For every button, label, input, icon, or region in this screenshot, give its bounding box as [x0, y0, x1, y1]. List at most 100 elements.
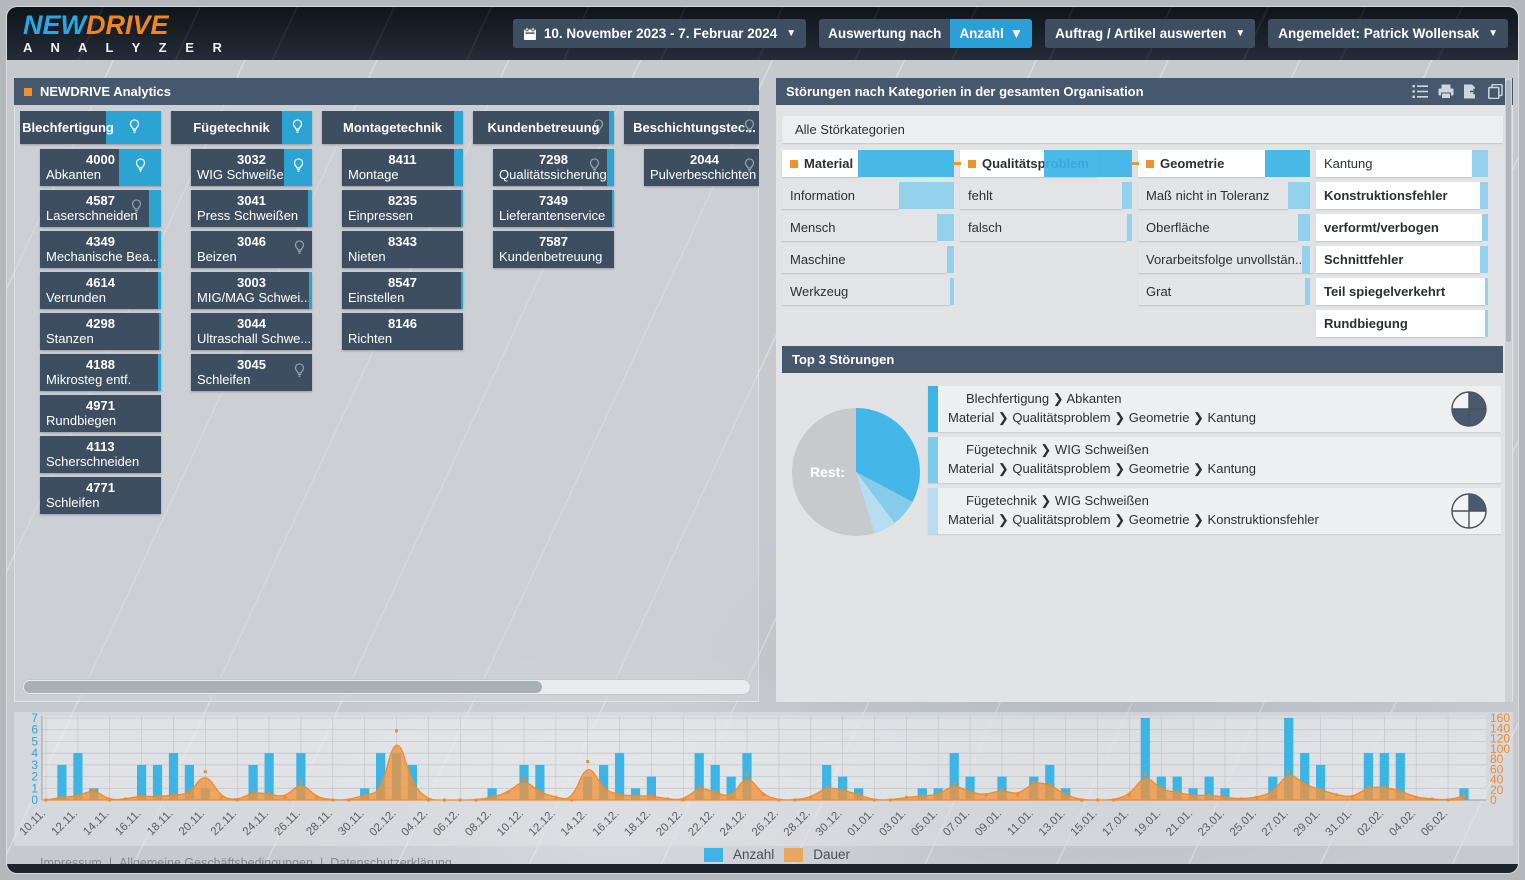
category-name: Fügetechnik: [193, 120, 270, 135]
process-label: Scherschneiden: [40, 454, 161, 469]
stoerung-label: Konstruktionsfehler: [1324, 188, 1448, 203]
value-bar: [612, 190, 614, 227]
process-tile[interactable]: 4298 Stanzen: [40, 313, 161, 350]
top3-row[interactable]: Fügetechnik ❯ WIG Schweißen Material ❯ Q…: [928, 488, 1501, 534]
process-tile[interactable]: 4614 Verrunden: [40, 272, 161, 309]
analytics-panel-title: NEWDRIVE Analytics: [40, 84, 171, 99]
process-tile[interactable]: 4349 Mechanische Bea...: [40, 231, 161, 268]
horizontal-scrollbar[interactable]: [22, 679, 751, 695]
svg-text:7: 7: [31, 712, 38, 725]
copy-icon[interactable]: [1488, 84, 1503, 99]
process-tile[interactable]: 4113 Scherschneiden: [40, 436, 161, 473]
orange-square-icon: [1146, 160, 1154, 168]
value-bar: [159, 313, 161, 350]
process-tile[interactable]: 8146 Richten: [342, 313, 463, 350]
auftrag-artikel-button[interactable]: Auftrag / Artikel auswerten ▼: [1045, 19, 1255, 48]
process-code: 8547: [342, 275, 463, 290]
stoerung-cell[interactable]: Werkzeug: [782, 278, 954, 305]
process-tile[interactable]: 8343 Nieten: [342, 231, 463, 268]
stoerung-label: Vorarbeitsfolge unvollstän...: [1146, 252, 1306, 267]
svg-text:31.01.: 31.01.: [1324, 808, 1355, 839]
process-tile[interactable]: 3041 Press Schweißen: [191, 190, 312, 227]
scrollbar-thumb[interactable]: [1506, 80, 1511, 342]
stoerung-cell[interactable]: Material: [782, 150, 954, 177]
svg-text:18.11.: 18.11.: [145, 808, 175, 838]
scrollbar-thumb[interactable]: [24, 681, 542, 693]
svg-text:24.11.: 24.11.: [241, 808, 271, 838]
svg-text:02.12.: 02.12.: [368, 808, 399, 839]
auswertung-value-dropdown[interactable]: Anzahl▼: [950, 19, 1032, 48]
stoerung-label-box: Schnittfehler: [1316, 246, 1480, 273]
stoerung-cell[interactable]: Kantung: [1316, 150, 1488, 177]
process-tile[interactable]: 7298 Qualitätssicherung: [493, 149, 614, 186]
svg-text:28.12.: 28.12.: [782, 808, 813, 839]
category-tile-header[interactable]: Blechfertigung: [20, 111, 161, 144]
process-tile[interactable]: 3003 MIG/MAG Schwei...: [191, 272, 312, 309]
process-tile[interactable]: 3046 Beizen: [191, 231, 312, 268]
process-tile[interactable]: 8411 Montage: [342, 149, 463, 186]
printer-icon[interactable]: [1438, 84, 1454, 99]
user-menu-button[interactable]: Angemeldet: Patrick Wollensak ▼: [1268, 19, 1508, 48]
svg-text:27.01.: 27.01.: [1260, 808, 1291, 839]
stoerung-cell[interactable]: Oberfläche: [1138, 214, 1310, 241]
process-label: Kundenbetreuung: [493, 249, 614, 264]
stoerung-label-box: Mensch: [782, 214, 937, 241]
stoerung-label: Oberfläche: [1146, 220, 1210, 235]
stoerung-label-box: Material: [782, 150, 861, 177]
process-code: 4771: [40, 480, 161, 495]
top3-row[interactable]: Fügetechnik ❯ WIG Schweißen Material ❯ Q…: [928, 437, 1501, 483]
stoerung-cell[interactable]: falsch: [960, 214, 1132, 241]
date-range-button[interactable]: 10. November 2023 - 7. Februar 2024 ▼: [513, 19, 806, 48]
process-tile[interactable]: 7587 Kundenbetreuung: [493, 231, 614, 268]
top3-row[interactable]: Blechfertigung ❯ Abkanten Material ❯ Qua…: [928, 386, 1501, 432]
stoerung-cell[interactable]: Geometrie: [1138, 150, 1310, 177]
process-tile[interactable]: 7349 Lieferantenservice: [493, 190, 614, 227]
stoerung-cell[interactable]: Qualitätsproblem: [960, 150, 1132, 177]
path-connector: [953, 162, 961, 165]
process-tile[interactable]: 4000 Abkanten: [40, 149, 161, 186]
process-tile[interactable]: 3045 Schleifen: [191, 354, 312, 391]
category-tile-header[interactable]: Kundenbetreuung: [473, 111, 614, 144]
analytics-column: Blechfertigung 4000 Abkanten 4587 Lasers…: [20, 111, 161, 662]
stoerung-cell[interactable]: Vorarbeitsfolge unvollstän...: [1138, 246, 1310, 273]
category-tile-header[interactable]: Montagetechnik: [322, 111, 463, 144]
value-bar: [454, 149, 463, 186]
process-tile[interactable]: 2044 Pulverbeschichten: [644, 149, 759, 186]
stoerung-cell[interactable]: Information: [782, 182, 954, 209]
all-categories-row[interactable]: Alle Störkategorien: [782, 116, 1503, 143]
category-tile-header[interactable]: Beschichtungstec...: [624, 111, 759, 144]
process-code: 8411: [342, 152, 463, 167]
stoerung-cell[interactable]: Rundbiegung: [1316, 310, 1488, 337]
app-logo: NEWDRIVE A N A L Y Z E R: [23, 12, 229, 54]
stoerung-cell[interactable]: Mensch: [782, 214, 954, 241]
process-tile[interactable]: 4188 Mikrosteg entf.: [40, 354, 161, 391]
svg-text:24.12.: 24.12.: [718, 808, 749, 839]
stoerung-cell[interactable]: Konstruktionsfehler: [1316, 182, 1488, 209]
process-tile[interactable]: 4587 Laserschneiden: [40, 190, 161, 227]
category-name: Kundenbetreuung: [488, 120, 600, 135]
process-tile[interactable]: 8547 Einstellen: [342, 272, 463, 309]
value-bar: [158, 354, 161, 391]
export-icon[interactable]: [1463, 84, 1479, 99]
stoerung-cell[interactable]: verformt/verbogen: [1316, 214, 1488, 241]
legend-label: Anzahl: [733, 847, 774, 862]
value-bar: [149, 190, 161, 227]
vertical-scrollbar[interactable]: [1505, 78, 1512, 702]
rank-accent-bar: [928, 386, 938, 432]
stoerung-cell[interactable]: Grat: [1138, 278, 1310, 305]
process-tile[interactable]: 4971 Rundbiegen: [40, 395, 161, 432]
stoerung-cell[interactable]: Maß nicht in Toleranz: [1138, 182, 1310, 209]
stoerung-cell[interactable]: Teil spiegelverkehrt: [1316, 278, 1488, 305]
stoerung-cell[interactable]: fehlt: [960, 182, 1132, 209]
category-tile-header[interactable]: Fügetechnik: [171, 111, 312, 144]
process-tile[interactable]: 3044 Ultraschall Schwe...: [191, 313, 312, 350]
stoerung-cell[interactable]: Schnittfehler: [1316, 246, 1488, 273]
process-tile[interactable]: 4771 Schleifen: [40, 477, 161, 514]
process-tile[interactable]: 3032 WIG Schweißen: [191, 149, 312, 186]
process-tile[interactable]: 8235 Einpressen: [342, 190, 463, 227]
numbered-list-icon[interactable]: [1412, 84, 1429, 99]
auswertung-nach-control[interactable]: Auswertung nach Anzahl▼: [819, 19, 1032, 48]
svg-text:12.12.: 12.12.: [527, 808, 558, 839]
stoerung-label-box: Teil spiegelverkehrt: [1316, 278, 1485, 305]
stoerung-cell[interactable]: Maschine: [782, 246, 954, 273]
